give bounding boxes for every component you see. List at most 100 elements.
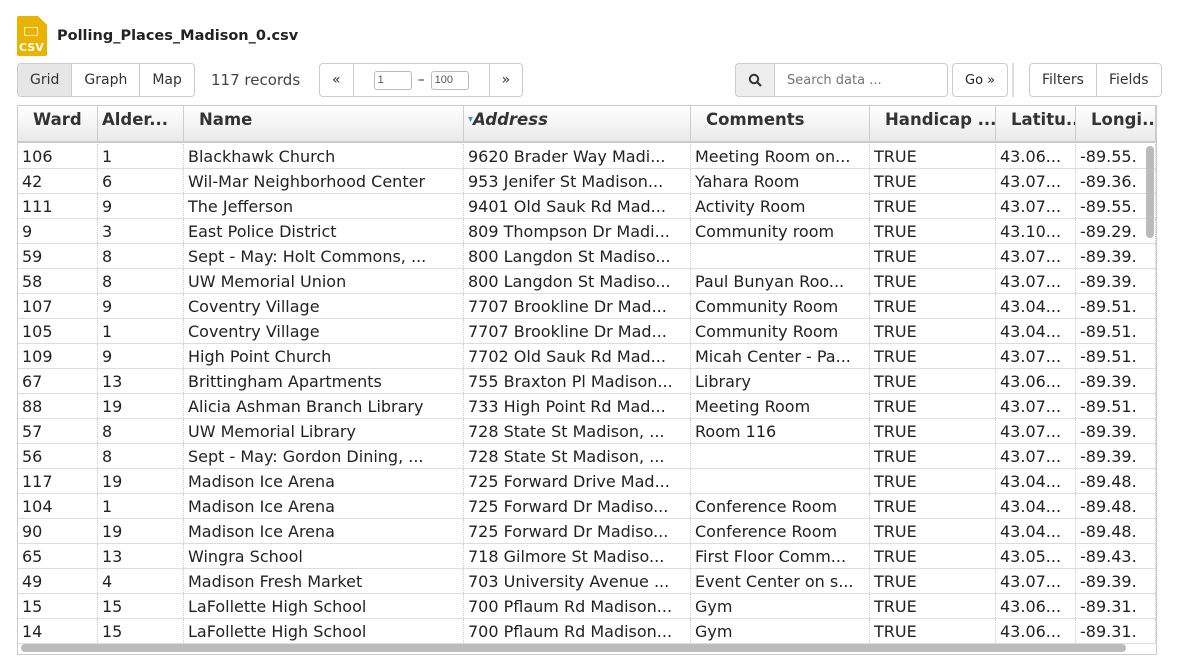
table-cell[interactable]: 809 Thompson Dr Madi... — [464, 219, 691, 243]
range-to-input[interactable] — [430, 70, 469, 90]
table-cell[interactable]: 9 — [18, 219, 98, 243]
table-cell[interactable] — [691, 444, 870, 468]
column-header-0[interactable]: Ward — [18, 106, 98, 141]
table-cell[interactable]: 13 — [98, 544, 184, 568]
column-header-4[interactable]: Comments — [691, 106, 870, 141]
table-cell[interactable]: 43.06... — [996, 144, 1076, 168]
table-cell[interactable]: Room 116 — [691, 419, 870, 443]
table-cell[interactable] — [691, 244, 870, 268]
table-cell[interactable]: Meeting Room on... — [691, 144, 870, 168]
table-cell[interactable]: 58 — [18, 269, 98, 293]
table-row[interactable]: 104 1 Madison Ice Arena 725 Forward Dr Madi… — [18, 494, 1156, 519]
table-cell[interactable]: UW Memorial Library — [184, 419, 464, 443]
table-cell[interactable]: 9401 Old Sauk Rd Mad... — [464, 194, 691, 218]
table-cell[interactable]: 109 — [18, 344, 98, 368]
column-header-1[interactable]: Alder... — [98, 106, 184, 141]
table-row[interactable]: 59 8 Sept - May: Holt Commons, ... 800 Lang… — [18, 244, 1156, 269]
table-cell[interactable]: Yahara Room — [691, 169, 870, 193]
fields-button[interactable]: Fields — [1096, 64, 1161, 96]
view-graph-button[interactable]: Graph — [72, 64, 141, 96]
vertical-scrollbar[interactable] — [1146, 146, 1154, 238]
table-cell[interactable]: TRUE — [870, 169, 996, 193]
table-cell[interactable]: 43.06... — [996, 619, 1076, 643]
table-cell[interactable]: TRUE — [870, 469, 996, 493]
table-cell[interactable]: 105 — [18, 319, 98, 343]
table-cell[interactable]: Community Room — [691, 294, 870, 318]
table-cell[interactable]: High Point Church — [184, 344, 464, 368]
table-cell[interactable]: 1 — [98, 144, 184, 168]
table-cell[interactable]: 43.07... — [996, 194, 1076, 218]
filters-button[interactable]: Filters — [1030, 64, 1097, 96]
table-cell[interactable]: Library — [691, 369, 870, 393]
table-cell[interactable]: TRUE — [870, 569, 996, 593]
table-cell[interactable]: -89.39. — [1076, 269, 1156, 293]
horizontal-scrollbar[interactable] — [21, 644, 1126, 652]
table-cell[interactable]: 19 — [98, 394, 184, 418]
table-cell[interactable]: 953 Jenifer St Madison... — [464, 169, 691, 193]
table-row[interactable]: 56 8 Sept - May: Gordon Dining, ... 728 Sta… — [18, 444, 1156, 469]
table-cell[interactable]: -89.43. — [1076, 544, 1156, 568]
table-cell[interactable]: Community room — [691, 219, 870, 243]
table-cell[interactable]: -89.48. — [1076, 494, 1156, 518]
table-cell[interactable]: -89.39. — [1076, 569, 1156, 593]
table-cell[interactable]: 43.06... — [996, 594, 1076, 618]
table-row[interactable]: 117 19 Madison Ice Arena 725 Forward Drive … — [18, 469, 1156, 494]
table-cell[interactable]: 106 — [18, 144, 98, 168]
table-cell[interactable]: -89.31. — [1076, 594, 1156, 618]
table-cell[interactable]: 8 — [98, 269, 184, 293]
table-cell[interactable]: TRUE — [870, 544, 996, 568]
search-input[interactable] — [775, 63, 948, 97]
table-cell[interactable]: 3 — [98, 219, 184, 243]
table-cell[interactable]: 43.10... — [996, 219, 1076, 243]
table-cell[interactable]: Conference Room — [691, 494, 870, 518]
table-cell[interactable]: -89.55. — [1076, 144, 1156, 168]
table-cell[interactable]: -89.51. — [1076, 344, 1156, 368]
table-cell[interactable]: 67 — [18, 369, 98, 393]
table-cell[interactable]: 43.04... — [996, 469, 1076, 493]
table-cell[interactable]: 700 Pflaum Rd Madison... — [464, 594, 691, 618]
table-cell[interactable]: 4 — [98, 569, 184, 593]
table-row[interactable]: 49 4 Madison Fresh Market 703 University Av… — [18, 569, 1156, 594]
table-cell[interactable]: Gym — [691, 619, 870, 643]
table-cell[interactable]: 800 Langdon St Madiso... — [464, 269, 691, 293]
table-cell[interactable]: 6 — [98, 169, 184, 193]
table-cell[interactable]: 49 — [18, 569, 98, 593]
table-cell[interactable]: 8 — [98, 244, 184, 268]
table-cell[interactable]: 43.07... — [996, 269, 1076, 293]
table-cell[interactable]: TRUE — [870, 419, 996, 443]
table-cell[interactable]: 43.07... — [996, 569, 1076, 593]
table-cell[interactable]: Sept - May: Gordon Dining, ... — [184, 444, 464, 468]
table-row[interactable]: 109 9 High Point Church 7702 Old Sauk Rd Ma… — [18, 344, 1156, 369]
column-header-7[interactable]: Longi... — [1076, 106, 1156, 141]
table-cell[interactable]: -89.51. — [1076, 394, 1156, 418]
table-cell[interactable]: Conference Room — [691, 519, 870, 543]
table-row[interactable]: 42 6 Wil-Mar Neighborhood Center 953 Jenife… — [18, 169, 1156, 194]
table-cell[interactable]: Wil-Mar Neighborhood Center — [184, 169, 464, 193]
table-cell[interactable]: -89.31. — [1076, 619, 1156, 643]
column-header-2[interactable]: Name — [184, 106, 464, 141]
table-cell[interactable]: 43.05... — [996, 544, 1076, 568]
view-map-button[interactable]: Map — [140, 64, 194, 96]
table-cell[interactable]: -89.29. — [1076, 219, 1156, 243]
table-row[interactable]: 58 8 UW Memorial Union 800 Langdon St Madis… — [18, 269, 1156, 294]
table-cell[interactable]: TRUE — [870, 219, 996, 243]
table-cell[interactable]: 7702 Old Sauk Rd Mad... — [464, 344, 691, 368]
table-cell[interactable]: 800 Langdon St Madiso... — [464, 244, 691, 268]
table-cell[interactable]: 728 State St Madison, ... — [464, 444, 691, 468]
table-cell[interactable]: 9 — [98, 294, 184, 318]
prev-page-button[interactable]: « — [320, 64, 354, 96]
table-cell[interactable]: 88 — [18, 394, 98, 418]
table-cell[interactable]: TRUE — [870, 244, 996, 268]
table-cell[interactable]: The Jefferson — [184, 194, 464, 218]
table-cell[interactable]: Activity Room — [691, 194, 870, 218]
table-cell[interactable]: Madison Fresh Market — [184, 569, 464, 593]
table-cell[interactable]: Madison Ice Arena — [184, 494, 464, 518]
table-cell[interactable]: 104 — [18, 494, 98, 518]
range-from-input[interactable] — [373, 70, 412, 90]
table-cell[interactable]: Blackhawk Church — [184, 144, 464, 168]
table-cell[interactable]: Micah Center - Pa... — [691, 344, 870, 368]
table-cell[interactable]: 90 — [18, 519, 98, 543]
table-cell[interactable]: 43.04... — [996, 494, 1076, 518]
table-cell[interactable]: Coventry Village — [184, 319, 464, 343]
table-cell[interactable]: Event Center on s... — [691, 569, 870, 593]
